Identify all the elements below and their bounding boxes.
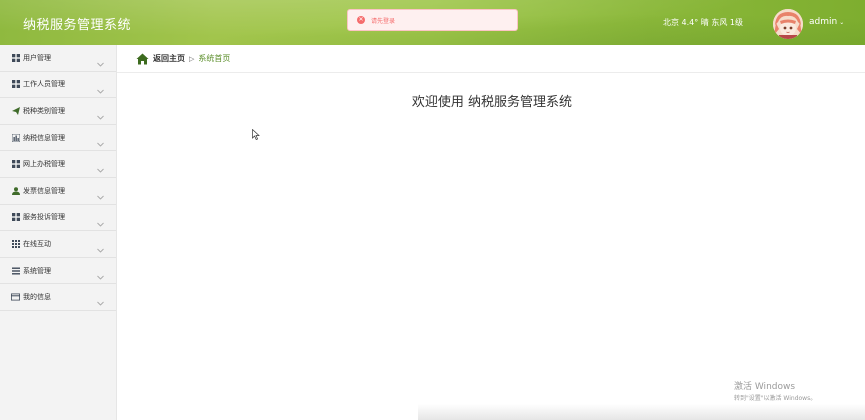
list-icon [11, 266, 20, 275]
grid-icon [11, 80, 20, 89]
chevron-down-icon [96, 267, 105, 280]
activation-title: 激活 Windows [734, 382, 796, 392]
breadcrumb: 返回主页 ▷ 系统首页 [117, 45, 865, 73]
weather-info: 北京 4.4° 晴 东风 1级 [663, 18, 743, 27]
chevron-down-icon [96, 293, 105, 306]
sidebar-item[interactable]: 发票信息管理 [0, 178, 116, 205]
sidebar-item[interactable]: 我的信息 [0, 284, 116, 311]
sidebar-item-label: 服务投诉管理 [23, 213, 65, 222]
chevron-down-icon [96, 160, 105, 174]
sidebar: 用户管理工作人员管理 税种类别管理 纳税信息管理 网上办税管理 发票信息管理 服务投诉管理… [0, 45, 117, 420]
avatar[interactable] [773, 9, 803, 39]
user-menu[interactable]: admin ⌄ [809, 17, 844, 27]
sidebar-item-label: 工作人员管理 [23, 80, 65, 89]
user-name: admin [809, 17, 838, 27]
sidebar-item[interactable]: 工作人员管理 [0, 72, 116, 99]
grid-icon [11, 160, 20, 169]
avatar-image [773, 9, 803, 39]
chevron-down-icon [96, 187, 105, 200]
top-header: 纳税服务管理系统 ✕ 请先登录 北京 4.4° 晴 东风 1级 admin ⌄ [0, 0, 865, 45]
sidebar-item-label: 发票信息管理 [23, 186, 65, 195]
grid-icon [11, 213, 20, 222]
sidebar-item[interactable]: 用户管理 [0, 45, 116, 72]
sidebar-item-label: 用户管理 [23, 53, 51, 62]
paper-plane-icon [11, 106, 20, 115]
chevron-down-icon [96, 134, 105, 147]
main-content: 欢迎使用 纳税服务管理系统 [117, 74, 865, 420]
chevron-down-icon [96, 54, 105, 67]
apps-icon [11, 239, 20, 248]
chevron-down-icon [96, 240, 105, 253]
sidebar-item[interactable]: 系统管理 [0, 258, 116, 285]
sidebar-item-label: 网上办税管理 [23, 160, 65, 169]
bar-chart-icon [11, 133, 20, 142]
bottom-shade [418, 404, 865, 420]
breadcrumb-home-link[interactable]: 返回主页 [153, 53, 185, 64]
chevron-down-icon [96, 214, 105, 227]
breadcrumb-current: 系统首页 [198, 54, 231, 63]
toast-message: 请先登录 [371, 17, 396, 25]
sidebar-item[interactable]: 税种类别管理 [0, 98, 116, 125]
windows-activation-watermark: 激活 Windows 转到"设置"以激活 Windows。 [734, 379, 816, 402]
mouse-cursor-icon [252, 129, 260, 140]
sidebar-item-label: 税种类别管理 [23, 106, 65, 115]
activation-subtitle: 转到"设置"以激活 Windows。 [734, 395, 817, 402]
sidebar-item[interactable]: 服务投诉管理 [0, 205, 116, 232]
sidebar-item[interactable]: 在线互动 [0, 231, 116, 258]
chevron-down-icon [96, 107, 105, 120]
welcome-heading: 欢迎使用 纳税服务管理系统 [411, 95, 573, 110]
home-icon[interactable] [136, 53, 149, 65]
app-title: 纳税服务管理系统 [23, 18, 132, 33]
breadcrumb-separator: ▷ [189, 54, 195, 63]
user-icon [11, 186, 20, 195]
sidebar-item-label: 在线互动 [23, 239, 51, 248]
chevron-down-icon: ⌄ [839, 19, 845, 26]
chevron-down-icon [96, 81, 105, 94]
sidebar-item[interactable]: 网上办税管理 [0, 151, 116, 178]
error-icon: ✕ [357, 16, 365, 24]
sidebar-item-label: 我的信息 [23, 293, 51, 302]
grid-icon [11, 53, 20, 62]
error-toast: ✕ 请先登录 [347, 9, 518, 31]
sidebar-item[interactable]: 纳税信息管理 [0, 125, 116, 152]
sidebar-item-label: 纳税信息管理 [23, 133, 65, 142]
sidebar-item-label: 系统管理 [23, 266, 51, 275]
id-card-icon [11, 293, 20, 302]
